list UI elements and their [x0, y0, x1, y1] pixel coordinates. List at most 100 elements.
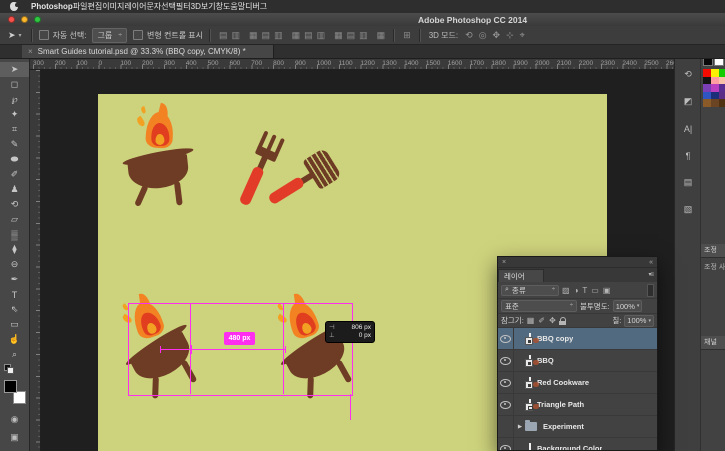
layer-thumbnail[interactable]	[529, 334, 531, 343]
pen-tool[interactable]: ✒	[0, 272, 29, 287]
visibility-toggle[interactable]	[498, 416, 514, 438]
swatch[interactable]	[703, 92, 711, 100]
swatch[interactable]	[719, 84, 725, 92]
layer-thumbnail[interactable]	[529, 400, 531, 409]
tool-preset-caret-icon[interactable]: ▾	[19, 32, 22, 39]
visibility-toggle[interactable]	[498, 394, 514, 416]
align-horizontal-centers-icon[interactable]: ▥	[232, 30, 241, 41]
disclosure-triangle-icon[interactable]: ▶	[516, 424, 524, 430]
move-tool[interactable]: ➤	[0, 62, 29, 77]
dodge-tool[interactable]: ⊖	[0, 257, 29, 272]
swatch[interactable]	[703, 99, 711, 107]
menu-item[interactable]: 필터	[176, 2, 191, 11]
visibility-toggle[interactable]	[498, 350, 514, 372]
layer-name[interactable]: BBQ copy	[537, 334, 573, 343]
3d-roll-icon[interactable]: ◎	[479, 30, 487, 41]
distribute-right-edges-icon[interactable]: ▦	[377, 30, 386, 41]
swatch[interactable]	[719, 69, 725, 77]
layer-row[interactable]: BBQ copy	[498, 328, 657, 350]
swatch[interactable]	[719, 99, 725, 107]
crop-tool[interactable]: ⌗	[0, 122, 29, 137]
show-transform-controls-checkbox[interactable]	[133, 30, 143, 40]
tab-layers[interactable]: 레이어	[498, 269, 544, 282]
visibility-toggle[interactable]	[498, 372, 514, 394]
filter-shape-layers-icon[interactable]: ▭	[591, 286, 599, 295]
close-tab-icon[interactable]: ×	[28, 47, 33, 56]
swatch[interactable]	[711, 77, 719, 85]
layer-thumbnail[interactable]	[529, 444, 531, 451]
eraser-tool[interactable]: ▱	[0, 212, 29, 227]
swatch[interactable]	[703, 77, 711, 85]
menu-item[interactable]: 창	[216, 2, 223, 11]
hand-tool[interactable]: ☝	[0, 332, 29, 347]
swatch[interactable]	[711, 84, 719, 92]
traffic-light-button[interactable]	[34, 16, 41, 23]
distribute-vertical-centers-icon[interactable]: ▥	[317, 30, 326, 41]
auto-align-layers-icon[interactable]: ⊞	[403, 30, 411, 41]
filter-type-layers-icon[interactable]: T	[582, 286, 587, 295]
visibility-toggle[interactable]	[498, 328, 514, 350]
quick-selection-tool[interactable]: ✦	[0, 107, 29, 122]
brush-tool[interactable]: ✐	[0, 167, 29, 182]
filter-pixel-layers-icon[interactable]: ▨	[562, 286, 570, 295]
layer-row[interactable]: BBQ	[498, 350, 657, 372]
menu-item[interactable]: 파일	[73, 2, 88, 11]
layer-row[interactable]: Red Cookware	[498, 372, 657, 394]
bbq-grill-artwork[interactable]	[120, 107, 197, 206]
align-bottom-edges-icon[interactable]: ▦	[292, 30, 301, 41]
distribute-top-edges-icon[interactable]: ▤	[304, 30, 313, 41]
layer-name[interactable]: BBQ	[537, 356, 554, 365]
layer-filter-dropdown[interactable]: ⌕ 종류 ÷	[501, 285, 559, 296]
swatch[interactable]	[711, 92, 719, 100]
filter-smart-objects-icon[interactable]: ▣	[603, 286, 611, 295]
layer-row[interactable]: ▶ Experiment	[498, 416, 657, 438]
path-selection-tool[interactable]: ⇖	[0, 302, 29, 317]
paragraph-panel-icon[interactable]: ¶	[680, 148, 696, 163]
collapse-panel-icon[interactable]: «	[649, 259, 653, 266]
blend-mode-dropdown[interactable]: 표준 ÷	[501, 300, 577, 312]
menu-item[interactable]: 선택	[161, 2, 176, 11]
shape-tool[interactable]: ▭	[0, 317, 29, 332]
opacity-field[interactable]: 100% ▾	[613, 300, 643, 312]
history-panel-icon[interactable]: ⟲	[680, 67, 696, 82]
character-panel-icon[interactable]: A|	[680, 121, 696, 136]
menu-item[interactable]: 3D	[191, 2, 201, 11]
menu-item[interactable]: 도움말	[223, 2, 245, 11]
layer-row[interactable]: Background Color	[498, 438, 657, 451]
menu-item[interactable]: 디버그	[245, 2, 267, 11]
layer-name[interactable]: Experiment	[543, 422, 584, 431]
screen-mode-button[interactable]: ▣	[0, 432, 29, 443]
swatch[interactable]	[711, 99, 719, 107]
3d-slide-icon[interactable]: ⊹	[506, 30, 514, 41]
swatch[interactable]	[703, 84, 711, 92]
layer-name[interactable]: Red Cookware	[537, 378, 589, 387]
document-tab[interactable]: × Smart Guides tutorial.psd @ 33.3% (BBQ…	[22, 45, 274, 58]
info-panel-icon[interactable]: ▤	[680, 175, 696, 190]
align-left-edges-icon[interactable]: ▤	[219, 30, 228, 41]
traffic-light-button[interactable]	[8, 16, 15, 23]
vertical-ruler[interactable]	[29, 70, 41, 451]
spot-healing-brush-tool[interactable]: ⬬	[0, 152, 29, 167]
menu-item[interactable]: 문자	[146, 2, 161, 11]
layer-thumbnail[interactable]	[529, 356, 531, 365]
layer-thumbnail[interactable]	[529, 378, 531, 387]
lock-position-icon[interactable]: ✥	[549, 316, 556, 325]
menu-item[interactable]: Photoshop	[31, 2, 73, 11]
menu-item[interactable]: 레이어	[124, 2, 146, 11]
eyedropper-tool[interactable]: ✎	[0, 137, 29, 152]
traffic-light-button[interactable]	[21, 16, 28, 23]
fill-field[interactable]: 100% ▾	[624, 315, 654, 327]
auto-select-dropdown[interactable]: 그룹 ÷	[92, 28, 127, 43]
menu-item[interactable]: 편집	[88, 2, 103, 11]
swatch[interactable]	[711, 69, 719, 77]
swatch[interactable]	[719, 92, 725, 100]
3d-zoom-icon[interactable]: ⌖	[520, 30, 525, 41]
swatch[interactable]	[719, 77, 725, 85]
panel-menu-icon[interactable]: ▾≡	[648, 271, 653, 278]
close-panel-icon[interactable]: ×	[502, 259, 506, 266]
align-right-edges-icon[interactable]: ▦	[249, 30, 258, 41]
quick-mask-button[interactable]: ◉	[0, 414, 29, 425]
type-tool[interactable]: T	[0, 287, 29, 302]
layer-row[interactable]: Triangle Path	[498, 394, 657, 416]
lock-transparency-icon[interactable]: ▦	[527, 316, 535, 325]
